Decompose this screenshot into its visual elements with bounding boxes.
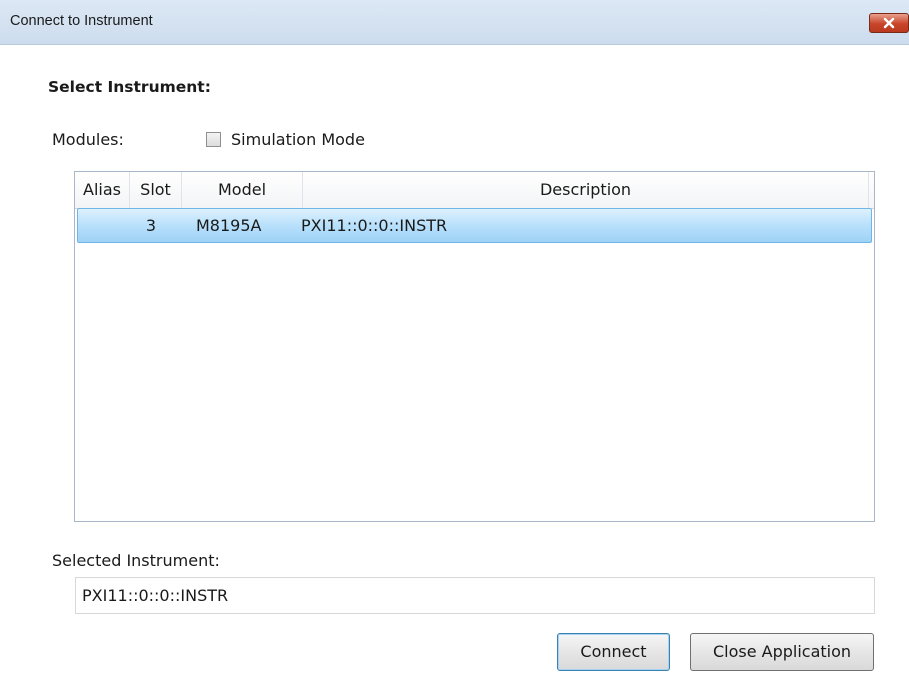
modules-label: Modules: (52, 130, 124, 149)
row-description: PXI11::0::0::INSTR (301, 216, 448, 235)
row-model: M8195A (196, 216, 262, 235)
window-title: Connect to Instrument (10, 13, 153, 29)
selected-instrument-label: Selected Instrument: (52, 551, 220, 570)
close-application-button[interactable]: Close Application (690, 633, 874, 671)
column-header-alias[interactable]: Alias (75, 172, 130, 208)
section-heading: Select Instrument: (48, 78, 211, 96)
table-row[interactable]: 3 M8195A PXI11::0::0::INSTR (77, 208, 872, 243)
simulation-mode-label[interactable]: Simulation Mode (231, 130, 365, 149)
simulation-mode-checkbox[interactable] (206, 132, 221, 147)
column-header-slot[interactable]: Slot (130, 172, 182, 208)
list-header: Alias Slot Model Description (75, 172, 874, 209)
row-slot: 3 (145, 216, 157, 235)
connect-dialog: Connect to Instrument Select Instrument:… (0, 0, 909, 680)
row-alias (78, 209, 131, 242)
column-header-model[interactable]: Model (182, 172, 303, 208)
connect-button[interactable]: Connect (557, 633, 670, 671)
close-x-icon (883, 17, 895, 29)
column-header-description[interactable]: Description (303, 172, 869, 208)
title-bar: Connect to Instrument (0, 0, 909, 45)
instrument-list[interactable]: Alias Slot Model Description 3 M8195A PX… (74, 171, 875, 522)
selected-instrument-field[interactable] (75, 577, 875, 614)
close-window-button[interactable] (869, 13, 909, 33)
